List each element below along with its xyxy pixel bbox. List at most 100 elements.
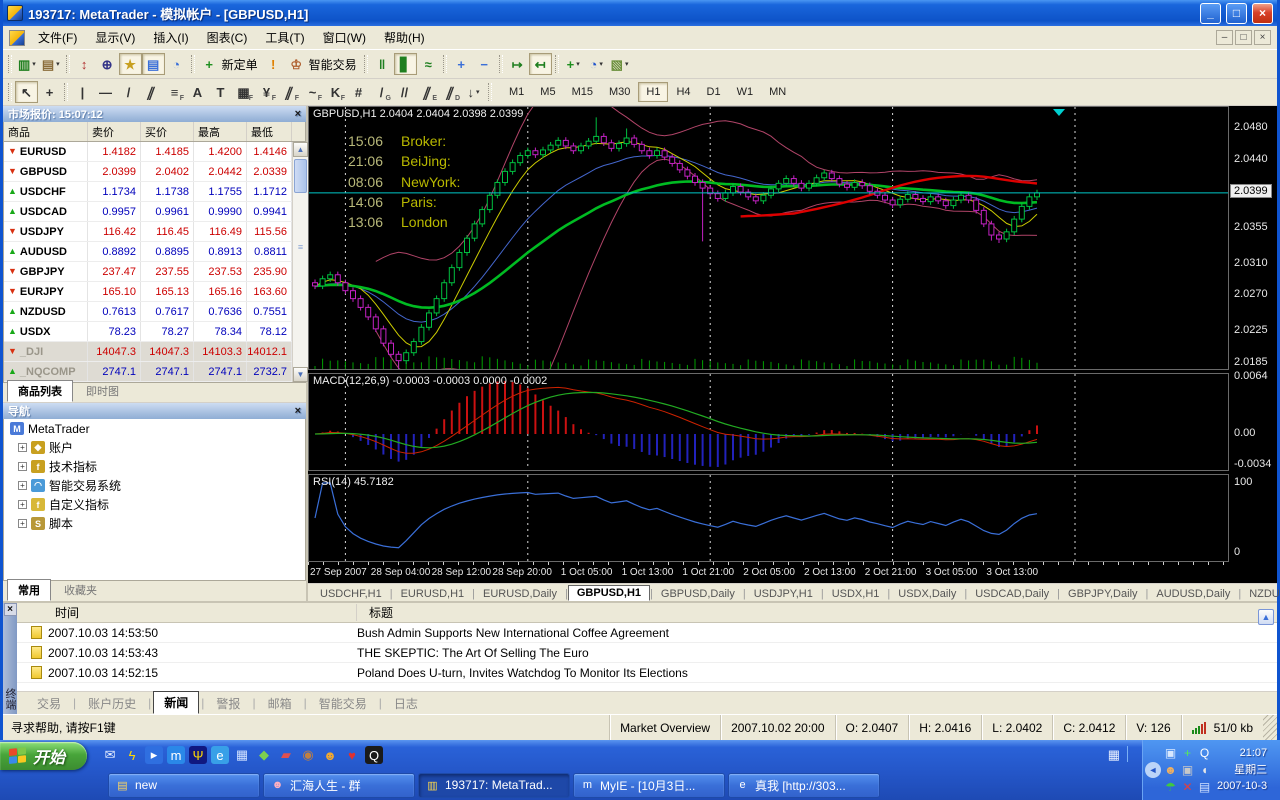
keyboard-tray-icon[interactable]: ▦ bbox=[1108, 747, 1120, 763]
thunder-icon[interactable]: ϟ bbox=[123, 746, 141, 764]
text-button[interactable]: A bbox=[186, 81, 209, 103]
mail-icon[interactable]: ✉ bbox=[101, 746, 119, 764]
terminal-tab-智能交易[interactable]: 智能交易 bbox=[309, 693, 377, 714]
mw-col-0[interactable]: 商品 bbox=[4, 122, 88, 141]
news-row[interactable]: 2007.10.03 14:52:15Poland Does U-turn, I… bbox=[17, 663, 1277, 683]
resize-grip[interactable] bbox=[1263, 715, 1277, 740]
mw-col-4[interactable]: 最低 bbox=[247, 122, 292, 141]
periods-button[interactable]: ◔▾ bbox=[585, 53, 608, 75]
media-player-icon[interactable]: ▸ bbox=[145, 746, 163, 764]
bird-icon[interactable]: ♥ bbox=[343, 746, 361, 764]
volume-icon[interactable]: ◖ bbox=[1201, 764, 1208, 776]
tab-常用[interactable]: 常用 bbox=[7, 579, 51, 601]
terminal-tab-日志[interactable]: 日志 bbox=[384, 693, 428, 714]
market-watch-button[interactable]: ↕ bbox=[73, 53, 96, 75]
network-icon[interactable]: ▣ bbox=[1165, 747, 1176, 759]
cycle-e-button[interactable]: ∥E bbox=[416, 81, 439, 103]
fibonacci-button[interactable]: ≡F bbox=[163, 81, 186, 103]
chart-tab-GBPUSD,Daily[interactable]: GBPUSD,Daily bbox=[653, 587, 743, 601]
chart-tab-USDCAD,Daily[interactable]: USDCAD,Daily bbox=[967, 587, 1057, 601]
menu-item-6[interactable]: 帮助(H) bbox=[375, 25, 434, 50]
expert-advisors-button[interactable]: ♔ bbox=[285, 53, 308, 75]
chart-tab-GBPUSD,H1[interactable]: GBPUSD,H1 bbox=[568, 585, 650, 601]
alert-button[interactable]: ! bbox=[262, 53, 285, 75]
market-watch-row[interactable]: ▼EURUSD1.41821.41851.42001.4146 bbox=[4, 142, 292, 162]
market-watch-row[interactable]: ▲_NQCOMP2747.12747.12747.12732.7 bbox=[4, 362, 292, 382]
timeframe-m1[interactable]: M1 bbox=[501, 82, 532, 102]
ie-icon[interactable]: e bbox=[211, 746, 229, 764]
cycle-d-button[interactable]: ∥D bbox=[439, 81, 462, 103]
vertical-line-button[interactable]: | bbox=[71, 81, 94, 103]
horizontal-line-button[interactable]: — bbox=[94, 81, 117, 103]
mdi-close-button[interactable]: × bbox=[1254, 30, 1271, 45]
timeframe-d1[interactable]: D1 bbox=[699, 82, 729, 102]
market-watch-close-icon[interactable]: × bbox=[295, 108, 301, 120]
scroll-up-icon[interactable]: ▲ bbox=[293, 142, 308, 157]
scroll-down-icon[interactable]: ▼ bbox=[293, 367, 308, 382]
market-watch-row[interactable]: ▼_DJI14047.314047.314103.314012.1 bbox=[4, 342, 292, 362]
zoom-out-button[interactable]: − bbox=[473, 53, 496, 75]
chart-tab-USDX,Daily[interactable]: USDX,Daily bbox=[890, 587, 964, 601]
timeframe-w1[interactable]: W1 bbox=[729, 82, 762, 102]
terminal-tab-新闻[interactable]: 新闻 bbox=[153, 691, 199, 714]
agent-icon[interactable]: ☻ bbox=[321, 746, 339, 764]
tab-收藏夹[interactable]: 收藏夹 bbox=[53, 579, 108, 601]
market-watch-row[interactable]: ▲USDCHF1.17341.17381.17551.1712 bbox=[4, 182, 292, 202]
expand-icon[interactable]: + bbox=[18, 500, 27, 509]
task-button-汇海人生 - 群[interactable]: ☻汇海人生 - 群 bbox=[263, 773, 415, 798]
messenger-icon[interactable]: ☻ bbox=[1164, 764, 1177, 776]
expand-icon[interactable]: + bbox=[18, 519, 27, 528]
terminal-tab-交易[interactable]: 交易 bbox=[27, 693, 71, 714]
start-button[interactable]: 开始 bbox=[0, 742, 87, 770]
expand-icon[interactable]: + bbox=[18, 462, 27, 471]
maxthon-icon[interactable]: m bbox=[167, 746, 185, 764]
chart-tab-NZDU[interactable]: NZDU bbox=[1241, 587, 1280, 601]
mw-col-3[interactable]: 最高 bbox=[194, 122, 247, 141]
umbrella-icon[interactable]: ☂ bbox=[1165, 781, 1176, 793]
market-watch-scrollbar[interactable]: ▲ ≡ ▼ bbox=[292, 142, 308, 382]
timeframe-mn[interactable]: MN bbox=[761, 82, 794, 102]
navigator-button[interactable]: ★ bbox=[119, 53, 142, 75]
maximize-button[interactable]: □ bbox=[1226, 3, 1247, 24]
cursor-button[interactable]: ↖ bbox=[15, 81, 38, 103]
gann-line-button[interactable]: /G bbox=[370, 81, 393, 103]
tester-button[interactable]: ◔ bbox=[165, 53, 188, 75]
fibo-grid-button[interactable]: ▦F bbox=[232, 81, 255, 103]
news-scroll-up-icon[interactable]: ▲ bbox=[1258, 609, 1274, 625]
mw-col-2[interactable]: 买价 bbox=[141, 122, 194, 141]
terminal-tab-账户历史[interactable]: 账户历史 bbox=[78, 693, 146, 714]
timeframe-m5[interactable]: M5 bbox=[532, 82, 563, 102]
market-watch-row[interactable]: ▼GBPJPY237.47237.55237.53235.90 bbox=[4, 262, 292, 282]
navigator-close-icon[interactable]: × bbox=[295, 405, 301, 417]
terminal-tab-邮箱[interactable]: 邮箱 bbox=[258, 693, 302, 714]
terminal-close-icon[interactable]: × bbox=[4, 603, 17, 616]
news-row[interactable]: 2007.10.03 14:53:43THE SKEPTIC: The Art … bbox=[17, 643, 1277, 663]
speedlines-button[interactable]: // bbox=[393, 81, 416, 103]
menu-item-2[interactable]: 插入(I) bbox=[144, 25, 197, 50]
market-watch-row[interactable]: ▲AUDUSD0.88920.88950.89130.8811 bbox=[4, 242, 292, 262]
desktop-icon[interactable]: ▦ bbox=[233, 746, 251, 764]
macd-pane[interactable]: MACD(12,26,9) -0.0003 -0.0003 0.0000 -0.… bbox=[308, 373, 1229, 471]
indicators-button[interactable]: +▾ bbox=[562, 53, 585, 75]
data-window-button[interactable]: ⊕ bbox=[96, 53, 119, 75]
menu-item-0[interactable]: 文件(F) bbox=[29, 25, 86, 50]
profiles-button[interactable]: ▤▾ bbox=[39, 53, 63, 75]
navigator-item-脚本[interactable]: +S脚本 bbox=[4, 514, 305, 533]
terminal-tab-警报[interactable]: 警报 bbox=[206, 693, 250, 714]
wifi-off-icon[interactable]: ✕ bbox=[1182, 781, 1192, 793]
input-method-icon[interactable]: ▤ bbox=[1199, 781, 1210, 793]
task-button-真我 [http://303...[interactable]: e真我 [http://303... bbox=[728, 773, 880, 798]
menu-item-5[interactable]: 窗口(W) bbox=[314, 25, 375, 50]
price-pane[interactable]: GBPUSD,H1 2.0404 2.0404 2.0398 2.0399 15… bbox=[308, 106, 1229, 370]
market-watch-row[interactable]: ▲USDCAD0.99570.99610.99900.9941 bbox=[4, 202, 292, 222]
chart-tab-USDJPY,H1[interactable]: USDJPY,H1 bbox=[746, 587, 821, 601]
fibo-expansion-button[interactable]: KF bbox=[324, 81, 347, 103]
market-watch-row[interactable]: ▲NZDUSD0.76130.76170.76360.7551 bbox=[4, 302, 292, 322]
task-button-new[interactable]: ▤new bbox=[108, 773, 260, 798]
arrows-button[interactable]: ↓▾ bbox=[462, 81, 485, 103]
minimize-button[interactable]: _ bbox=[1200, 3, 1221, 24]
msn-icon[interactable]: ◆ bbox=[255, 746, 273, 764]
fibo-channel-button[interactable]: ∥F bbox=[278, 81, 301, 103]
mdi-minimize-button[interactable]: – bbox=[1216, 30, 1233, 45]
timeframe-h1[interactable]: H1 bbox=[638, 82, 668, 102]
